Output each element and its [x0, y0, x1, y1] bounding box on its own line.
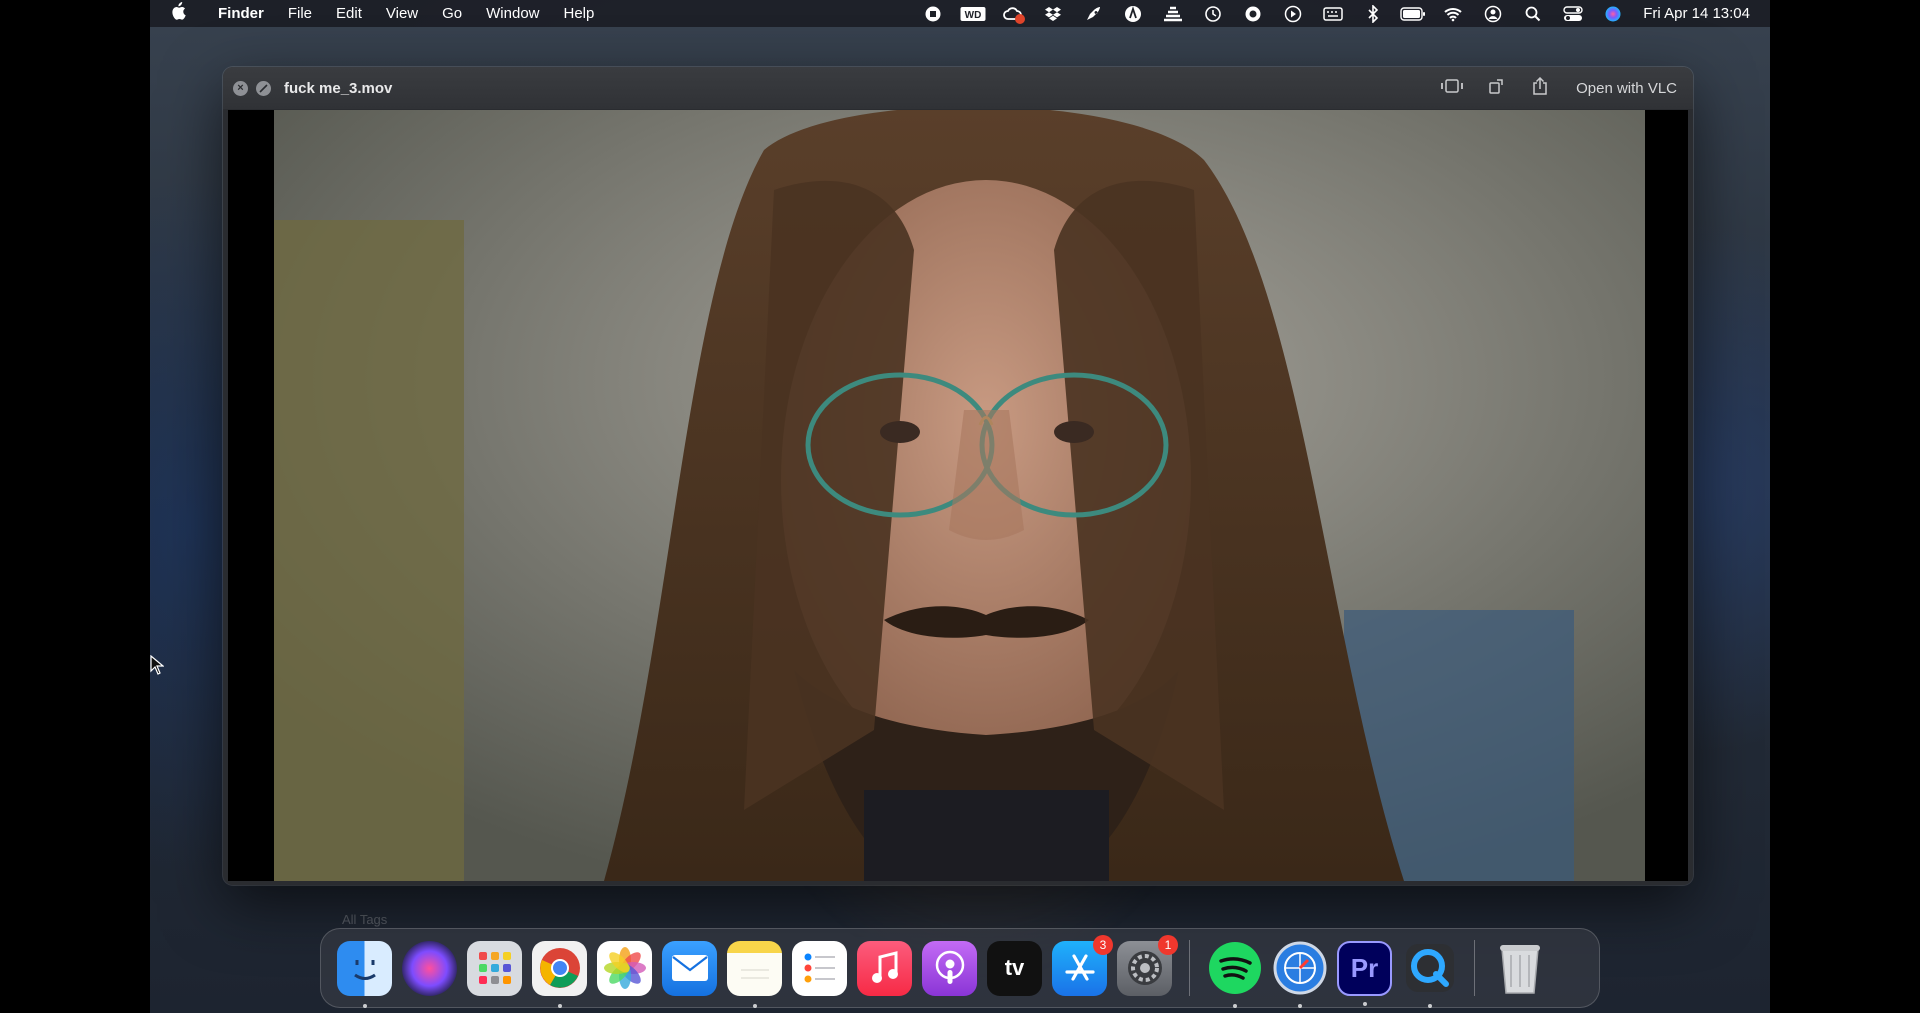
- dock-notes[interactable]: [727, 940, 782, 1008]
- share-icon[interactable]: [1518, 76, 1562, 100]
- apple-tv-label: tv: [1004, 955, 1025, 980]
- mail-icon: [671, 955, 708, 981]
- dock-spotify[interactable]: [1207, 941, 1262, 1008]
- running-indicator: [1427, 1003, 1432, 1008]
- background-sidebar-label: All Tags: [342, 912, 388, 927]
- menu-view[interactable]: View: [374, 5, 430, 22]
- mouse-cursor-icon: [150, 655, 164, 675]
- keyboard-icon[interactable]: [1313, 0, 1353, 27]
- dock-system-settings[interactable]: 1: [1117, 934, 1178, 996]
- finder-icon: [353, 960, 376, 980]
- dock-launchpad[interactable]: [467, 940, 522, 996]
- dock-apple-tv[interactable]: tv: [987, 940, 1042, 996]
- fullscreen-icon[interactable]: [256, 80, 271, 96]
- dock-podcasts[interactable]: [922, 940, 977, 996]
- stack-icon[interactable]: [1153, 0, 1193, 27]
- premiere-label: Pr: [1350, 952, 1379, 983]
- proxyman-icon: [1273, 941, 1326, 995]
- menu-bar: Finder File Edit View Go Window Help WD: [150, 0, 1770, 27]
- search-icon[interactable]: [1513, 0, 1553, 27]
- podcasts-icon: [935, 950, 964, 984]
- system-settings-badge: 1: [1158, 934, 1178, 955]
- trim-icon[interactable]: [1430, 78, 1474, 99]
- dock-app-store[interactable]: 3: [1052, 934, 1113, 996]
- open-with-vlc-button[interactable]: Open with VLC: [1562, 80, 1683, 97]
- music-icon: [871, 951, 898, 983]
- dock-finder[interactable]: [337, 940, 392, 1008]
- video-frame-image: [274, 110, 1645, 881]
- running-indicator: [557, 1003, 562, 1008]
- menu-window[interactable]: Window: [474, 5, 551, 22]
- user-icon[interactable]: [1473, 0, 1513, 27]
- spotify-icon: [1208, 942, 1261, 994]
- dock-quicktime[interactable]: [1402, 941, 1457, 1008]
- quicklook-titlebar[interactable]: × fuck me_3.mov Open with VLC: [223, 67, 1693, 109]
- sync-icon[interactable]: [1233, 0, 1273, 27]
- running-indicator: [1232, 1003, 1237, 1008]
- reminders-icon: [804, 953, 835, 983]
- creative-cloud-badge: [1015, 14, 1026, 24]
- quicklook-toolbar: Open with VLC: [1430, 67, 1683, 109]
- running-indicator: [1297, 1003, 1302, 1008]
- menubar-clock[interactable]: Fri Apr 14 13:04: [1633, 5, 1750, 22]
- rotate-icon[interactable]: [1474, 78, 1518, 99]
- desktop-screen: All Tags Finder File Edit View Go Window…: [150, 0, 1770, 1013]
- app-store-badge: 3: [1093, 934, 1113, 955]
- chrome-icon: [539, 948, 580, 988]
- app-store-icon: [1064, 954, 1095, 981]
- dropbox-icon[interactable]: [1033, 0, 1073, 27]
- trash-icon: [1499, 945, 1540, 994]
- wifi-icon[interactable]: [1433, 0, 1473, 27]
- close-icon[interactable]: ×: [233, 80, 248, 96]
- creative-cloud-icon[interactable]: [993, 0, 1033, 27]
- settings-gear-icon: [1127, 951, 1162, 985]
- dock-separator: [1189, 940, 1190, 996]
- menu-file[interactable]: File: [276, 5, 324, 22]
- apple-menu-icon[interactable]: [150, 2, 206, 25]
- dock-separator: [1474, 940, 1475, 996]
- time-machine-icon[interactable]: [1193, 0, 1233, 27]
- quicklook-filename: fuck me_3.mov: [284, 79, 393, 97]
- stop-icon[interactable]: [913, 0, 953, 27]
- control-center-icon[interactable]: [1553, 0, 1593, 27]
- quicktime-icon: [1405, 944, 1454, 992]
- dock-chrome[interactable]: [532, 940, 587, 1008]
- quicklook-window: × fuck me_3.mov Open with VLC: [223, 67, 1693, 885]
- video-preview[interactable]: [228, 110, 1688, 881]
- dock-premiere-pro[interactable]: Pr: [1337, 940, 1392, 1006]
- running-indicator: [362, 1003, 367, 1008]
- app-menu-finder[interactable]: Finder: [206, 5, 276, 22]
- running-indicator: [1362, 1001, 1367, 1006]
- dock-proxyman[interactable]: [1272, 941, 1327, 1008]
- svg-text:WD: WD: [965, 10, 982, 21]
- dock-reminders[interactable]: [792, 940, 847, 996]
- dock-trash[interactable]: [1492, 941, 1547, 996]
- notes-icon: [740, 969, 769, 979]
- launchpad-icon: [478, 952, 511, 984]
- menu-help[interactable]: Help: [552, 5, 607, 22]
- dock-music[interactable]: [857, 940, 912, 996]
- menu-edit[interactable]: Edit: [324, 5, 374, 22]
- photos-icon: [603, 947, 646, 989]
- dock-photos[interactable]: [597, 940, 652, 996]
- menu-go[interactable]: Go: [430, 5, 474, 22]
- running-indicator: [752, 1003, 757, 1008]
- rocket-icon[interactable]: [1073, 0, 1113, 27]
- dock-mail[interactable]: [662, 940, 717, 996]
- vpn-icon[interactable]: [1113, 0, 1153, 27]
- dock-siri[interactable]: [402, 940, 457, 996]
- wd-icon[interactable]: WD: [953, 0, 993, 27]
- status-bar: WD Fri Apr 14 13:04: [913, 0, 1750, 27]
- bluetooth-icon[interactable]: [1353, 0, 1393, 27]
- battery-icon[interactable]: [1393, 0, 1433, 27]
- siri-icon[interactable]: [1593, 0, 1633, 27]
- dock: tv 3 1 Pr: [320, 928, 1600, 1008]
- play-icon[interactable]: [1273, 0, 1313, 27]
